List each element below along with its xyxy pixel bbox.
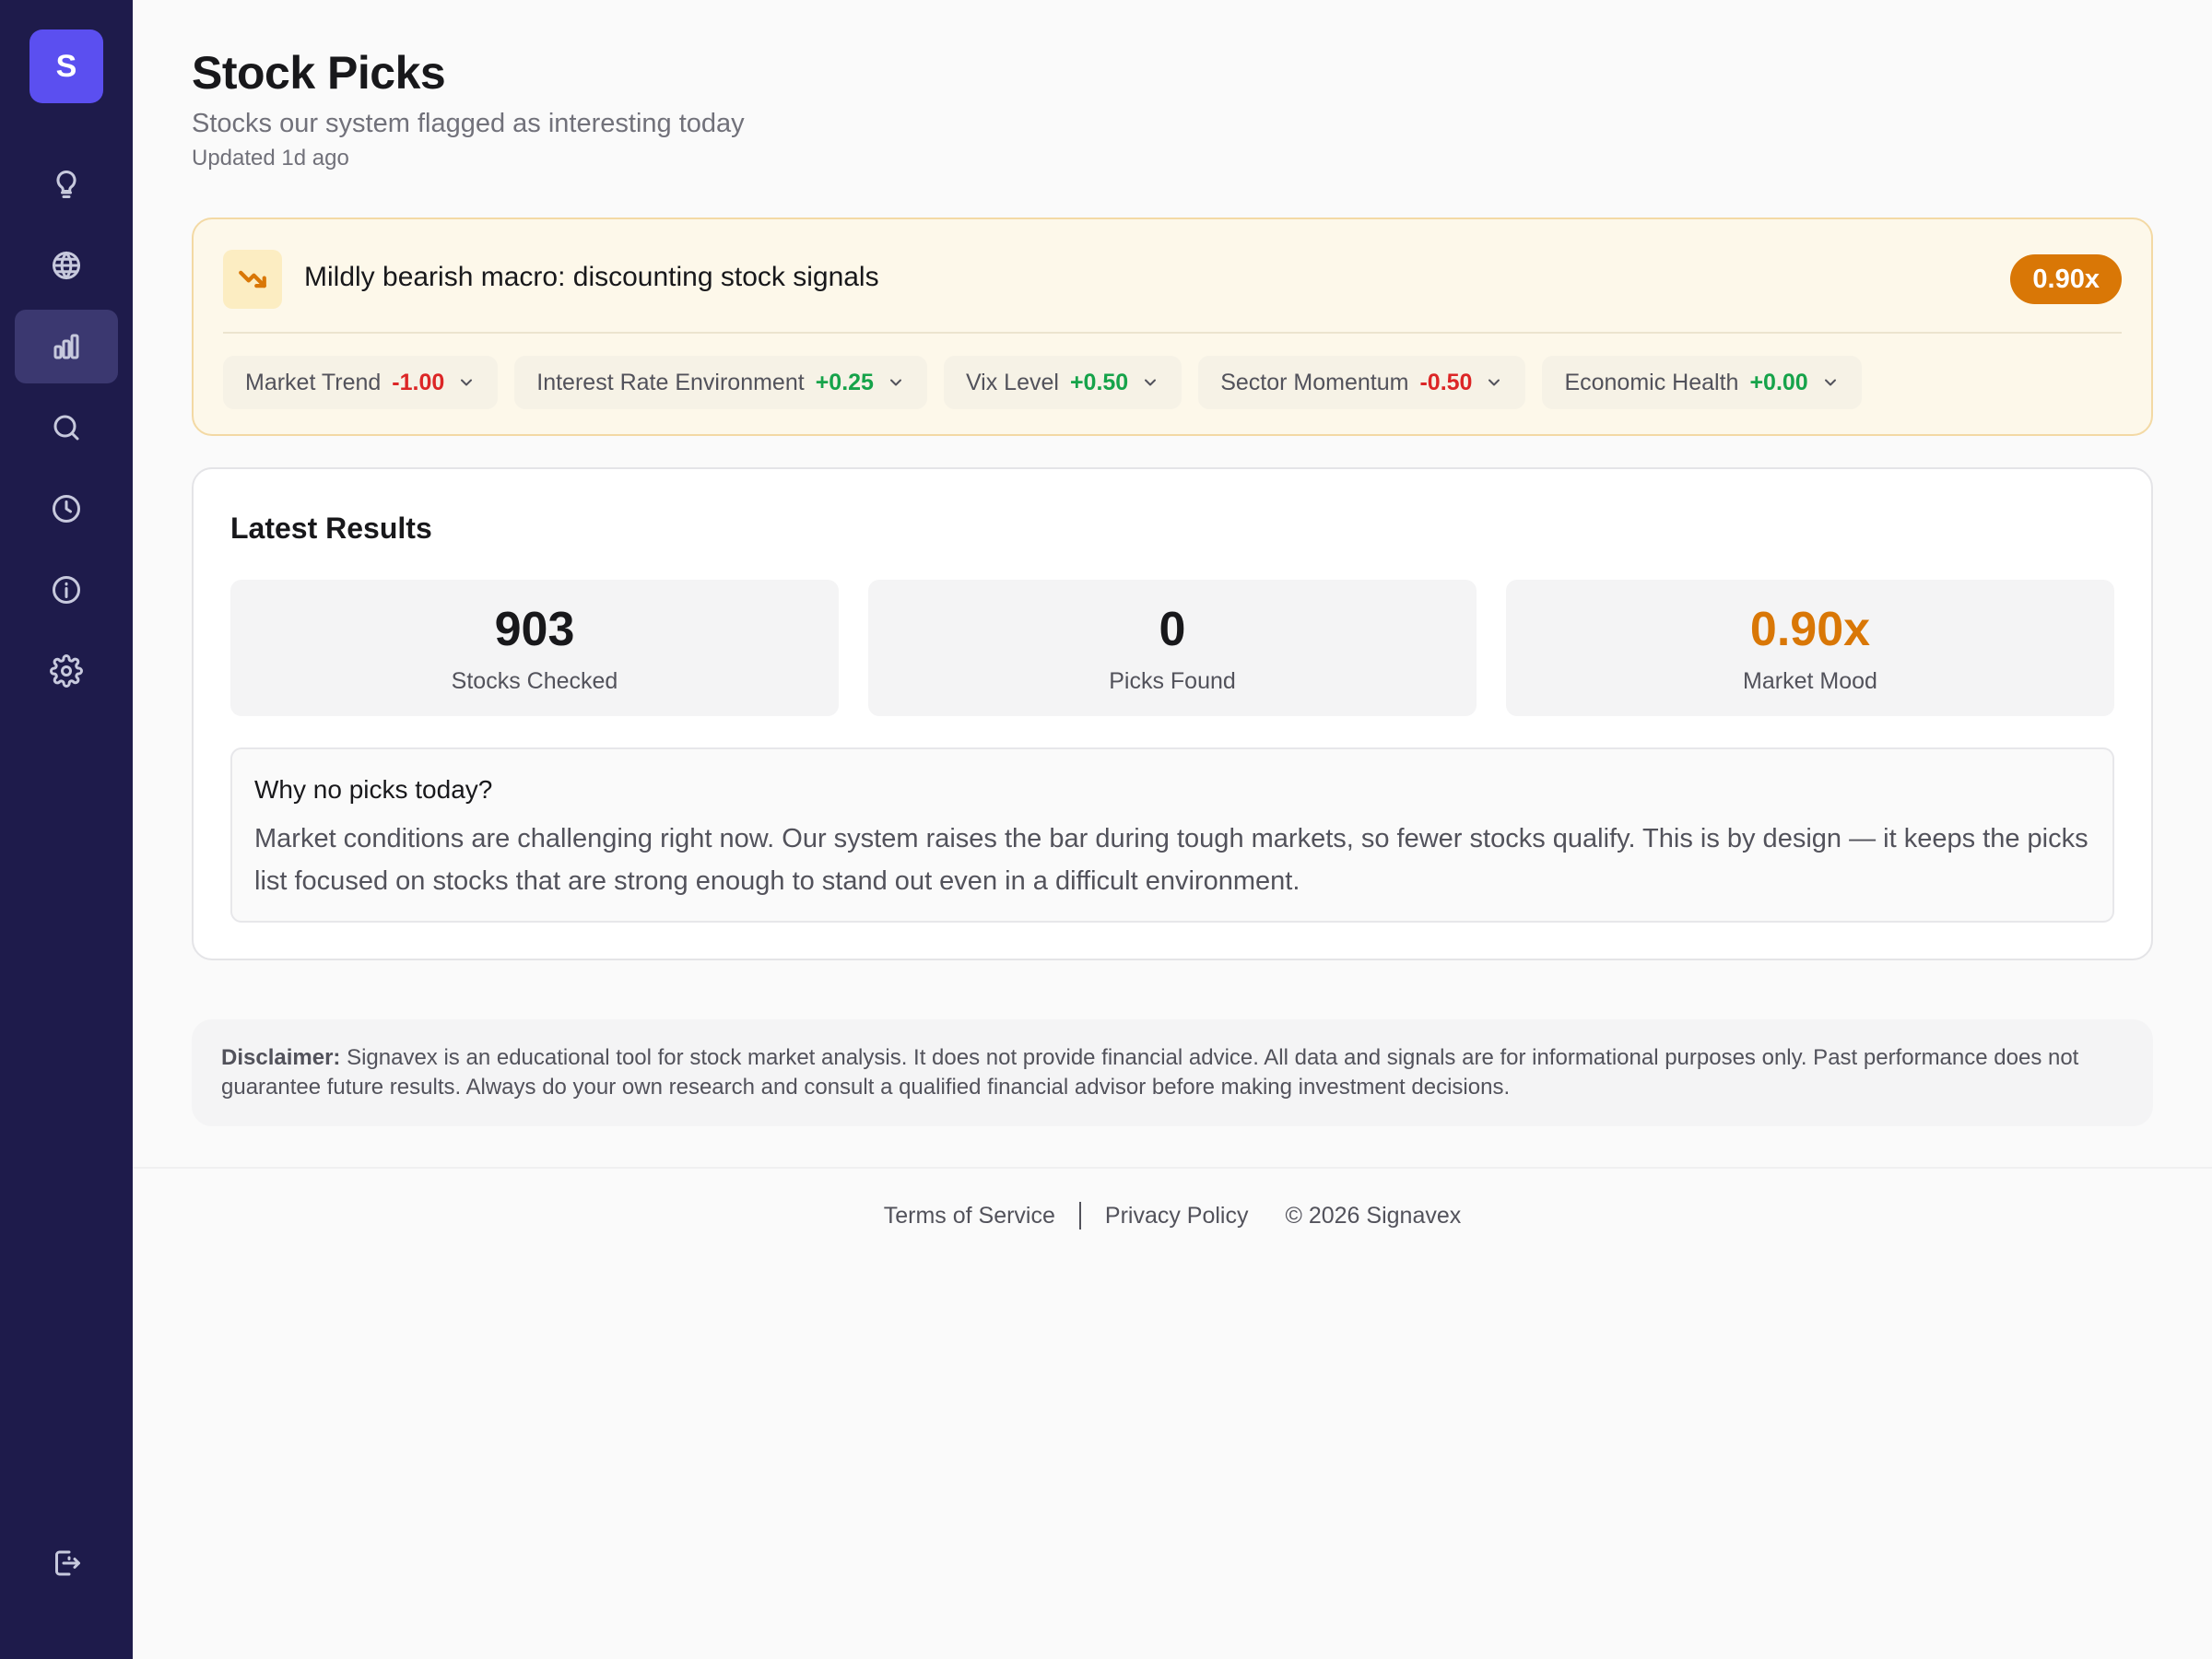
info-icon	[53, 576, 80, 604]
stat-value: 0.90x	[1749, 603, 1871, 656]
gear-icon	[50, 654, 83, 688]
disclaimer-text: Signavex is an educational tool for stoc…	[221, 1045, 2079, 1100]
privacy-link[interactable]: Privacy Policy	[1105, 1203, 1249, 1230]
stat-label: Picks Found	[1109, 668, 1236, 694]
disclaimer: Disclaimer: Signavex is an educational t…	[192, 1019, 2153, 1126]
updated-timestamp: Updated 1d ago	[192, 146, 349, 171]
results-title: Latest Results	[230, 512, 432, 545]
nav-macro[interactable]	[15, 229, 118, 302]
factor-label: Economic Health	[1564, 369, 1739, 395]
trending-down-icon	[239, 270, 266, 288]
stat-value: 903	[494, 603, 575, 656]
stat-label: Stocks Checked	[451, 668, 618, 694]
latest-results-card: Latest Results 903 Stocks Checked 0 Pick…	[192, 467, 2153, 960]
macro-icon-box	[223, 250, 282, 309]
chevron-down-icon	[889, 379, 901, 386]
stat-stocks-checked: 903 Stocks Checked	[230, 580, 839, 716]
macro-multiplier-badge: 0.90x	[2010, 254, 2122, 304]
logout-icon	[55, 1550, 80, 1576]
sidebar: S	[0, 0, 133, 1659]
logout-button[interactable]	[15, 1526, 118, 1600]
stat-market-mood: 0.90x Market Mood	[1506, 580, 2114, 716]
why-body: Market conditions are challenging right …	[254, 824, 2088, 896]
macro-headline: Mildly bearish macro: discounting stock …	[304, 262, 879, 292]
page-subtitle: Stocks our system flagged as interesting…	[192, 109, 745, 138]
factor-economic-health[interactable]: Economic Health +0.00	[1542, 356, 1862, 409]
copyright: © 2026 Signavex	[1285, 1202, 1462, 1229]
macro-factors: Market Trend -1.00 Interest Rate Environ…	[223, 356, 1862, 409]
factor-interest-rate[interactable]: Interest Rate Environment +0.25	[514, 356, 927, 409]
clock-icon	[53, 495, 80, 523]
nav-search[interactable]	[15, 391, 118, 465]
bar-chart-icon	[53, 334, 79, 359]
factor-label: Sector Momentum	[1220, 369, 1409, 395]
nav-settings[interactable]	[15, 634, 118, 708]
factor-vix-level[interactable]: Vix Level +0.50	[943, 356, 1182, 409]
stat-picks-found: 0 Picks Found	[868, 580, 1477, 716]
nav-insights[interactable]	[15, 147, 118, 221]
chevron-down-icon	[1488, 379, 1500, 386]
footer: Terms of Service Privacy Policy © 2026 S…	[133, 1202, 2212, 1230]
nav-stock-picks[interactable]	[15, 310, 118, 383]
factor-value: +0.00	[1749, 369, 1808, 395]
factor-value: +0.50	[1069, 369, 1129, 395]
chevron-down-icon	[1824, 379, 1836, 386]
factor-label: Interest Rate Environment	[536, 369, 805, 395]
divider	[223, 332, 2122, 334]
terms-link[interactable]: Terms of Service	[884, 1203, 1055, 1230]
factor-value: -0.50	[1419, 369, 1473, 395]
factor-market-trend[interactable]: Market Trend -1.00	[223, 356, 499, 409]
chevron-down-icon	[461, 379, 473, 386]
nav-about[interactable]	[15, 553, 118, 627]
stat-value: 0	[1159, 603, 1186, 656]
app-logo[interactable]: S	[29, 29, 103, 103]
disclaimer-label: Disclaimer:	[221, 1045, 341, 1070]
footer-separator	[1078, 1202, 1081, 1230]
page-title: Stock Picks	[192, 47, 446, 99]
factor-label: Market Trend	[245, 369, 382, 395]
why-no-picks-box: Why no picks today? Market conditions ar…	[230, 747, 2114, 923]
stat-label: Market Mood	[1743, 668, 1877, 694]
footer-divider	[133, 1167, 2212, 1169]
macro-banner: Mildly bearish macro: discounting stock …	[192, 218, 2153, 436]
search-icon	[53, 415, 79, 441]
why-title: Why no picks today?	[254, 775, 493, 804]
chevron-down-icon	[1145, 379, 1157, 386]
lightbulb-icon	[56, 170, 76, 198]
factor-value: -1.00	[392, 369, 445, 395]
factor-value: +0.25	[815, 369, 874, 395]
factor-label: Vix Level	[965, 369, 1059, 395]
nav-history[interactable]	[15, 472, 118, 546]
globe-icon	[53, 252, 80, 279]
factor-sector-momentum[interactable]: Sector Momentum -0.50	[1198, 356, 1526, 409]
